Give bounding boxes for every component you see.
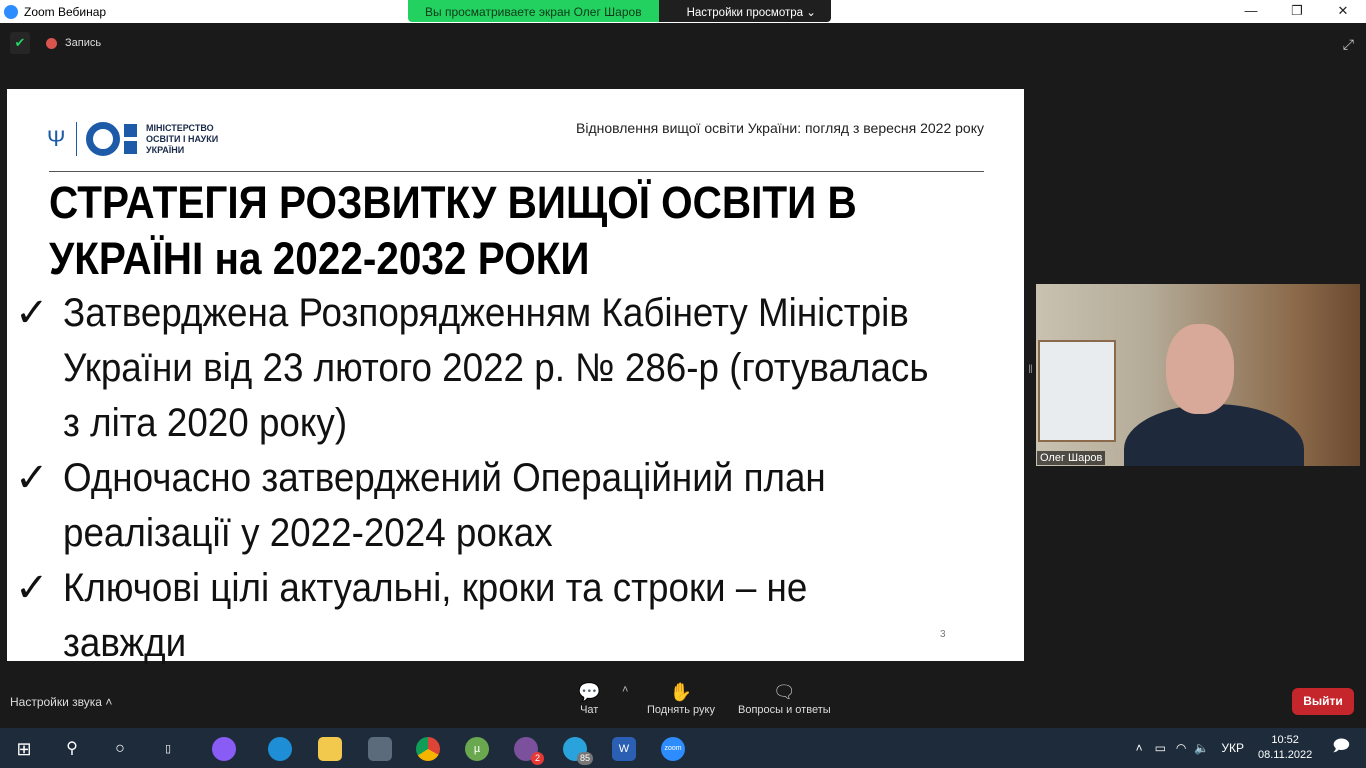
window-title: Zoom Вебинар	[24, 4, 107, 19]
zoom-app-icon	[4, 4, 18, 19]
bullet-item: ✓ Одночасно затверджений Операційний план…	[15, 451, 1015, 561]
fullscreen-icon[interactable]: ⤢	[1343, 36, 1354, 53]
chevron-up-icon: ˄	[105, 695, 113, 709]
checkmark-icon: ✓	[15, 456, 49, 500]
bullet-line: Затверджена Розпорядженням Кабінету Міні…	[63, 291, 909, 335]
qa-label: Вопросы и ответы	[738, 704, 831, 716]
zoom-taskbar-icon[interactable]: zoom	[661, 737, 685, 761]
alice-icon[interactable]	[212, 737, 236, 761]
participant-name: Олег Шаров	[1037, 451, 1106, 465]
language-indicator[interactable]: УКР	[1221, 741, 1244, 755]
battery-icon[interactable]: ▭	[1155, 741, 1166, 755]
screen-share-banner: Вы просматриваете экран Олег Шаров Настр…	[408, 0, 831, 22]
security-shield-icon[interactable]: ✔	[10, 32, 30, 54]
exit-button[interactable]: Выйти	[1292, 688, 1354, 715]
logo-line: МІНІСТЕРСТВО	[146, 122, 214, 133]
slide-header: Відновлення вищої освіти України: погляд…	[576, 120, 984, 136]
shared-slide: Ψ МІНІСТЕРСТВО ОСВІТИ І НАУКИ УКРАЇНИ Відн…	[7, 89, 1024, 665]
chat-button[interactable]: 💬 Чат	[578, 682, 600, 716]
volume-icon[interactable]: 🔈	[1194, 741, 1209, 755]
bullet-line: з літа 2020 року)	[63, 401, 348, 445]
search-icon[interactable]: ⚲	[60, 737, 84, 761]
system-tray: ˄ ▭ ◠ 🔈 УКР 10:52 08.11.2022 🗩	[1136, 728, 1366, 768]
wall-map	[1038, 340, 1116, 442]
date: 08.11.2022	[1257, 749, 1313, 761]
qa-button[interactable]: 🗨 Вопросы и ответы	[738, 682, 831, 716]
viber-icon[interactable]: 2	[514, 737, 544, 765]
viewing-banner: Вы просматриваете экран Олег Шаров	[408, 0, 659, 22]
participant-video[interactable]: Олег Шаров	[1036, 284, 1360, 466]
wifi-icon[interactable]: ◠	[1176, 741, 1186, 755]
telegram-icon[interactable]: 85	[563, 737, 593, 765]
page-number: 3	[940, 629, 946, 640]
edge-icon[interactable]	[268, 737, 292, 761]
chat-options-chevron-icon[interactable]: ˄	[622, 684, 628, 696]
cortana-icon[interactable]: ○	[108, 737, 132, 761]
time: 10:52	[1271, 734, 1299, 746]
windows-start-icon[interactable]: ⊞	[12, 737, 36, 761]
ministry-logo: Ψ МІНІСТЕРСТВО ОСВІТИ І НАУКИ УКРАЇНИ	[47, 122, 218, 156]
view-settings-button[interactable]: Настройки просмотра ⌄	[658, 0, 831, 22]
close-button[interactable]: ✕	[1320, 0, 1366, 22]
record-label: Запись	[65, 37, 102, 49]
word-icon[interactable]: W	[612, 737, 636, 761]
audio-settings-button[interactable]: Настройки звука ˄	[10, 695, 112, 709]
telegram-badge: 85	[577, 752, 593, 765]
checkmark-icon: ✓	[15, 566, 49, 610]
zoom-label: zoom	[664, 745, 682, 752]
trident-icon: Ψ	[47, 126, 66, 151]
view-settings-label: Настройки просмотра	[686, 7, 804, 19]
audio-settings-label: Настройки звука	[10, 695, 102, 709]
raise-hand-button[interactable]: ✋ Поднять руку	[647, 682, 715, 716]
slide-title: СТРАТЕГІЯ РОЗВИТКУ ВИЩОЇ ОСВІТИ В УКРАЇНІ…	[49, 175, 877, 287]
participant-figure	[1124, 324, 1304, 466]
chat-label: Чат	[580, 704, 599, 716]
chevron-down-icon: ⌄	[806, 7, 816, 19]
maximize-button[interactable]: ❐	[1274, 0, 1320, 22]
chrome-icon[interactable]	[416, 737, 440, 761]
bullet-list: ✓ Затверджена Розпорядженням Кабінету Мін…	[15, 286, 1015, 671]
minimize-button[interactable]: —	[1228, 0, 1274, 22]
record-icon	[46, 37, 57, 49]
hand-icon: ✋	[669, 682, 693, 702]
calculator-icon[interactable]	[368, 737, 392, 761]
qa-icon: 🗨	[772, 682, 796, 702]
checkmark-icon: ✓	[15, 291, 49, 335]
bullet-line: Одночасно затверджений Операційний план	[63, 456, 826, 500]
clock[interactable]: 10:52 08.11.2022	[1258, 733, 1312, 763]
chat-icon: 💬	[578, 682, 601, 702]
split-drag-handle[interactable]: ‖	[1028, 362, 1033, 376]
task-view-icon[interactable]: ▯	[156, 737, 180, 761]
title-line: СТРАТЕГІЯ РОЗВИТКУ ВИЩОЇ ОСВІТИ В	[49, 177, 857, 228]
viber-badge: 2	[531, 752, 544, 765]
bullet-item: ✓ Ключові цілі актуальні, кроки та строки…	[15, 561, 1015, 671]
bullet-line: реалізації у 2022-2024 роках	[63, 511, 553, 555]
show-hidden-icons-icon[interactable]: ˄	[1136, 741, 1143, 755]
utorrent-icon[interactable]: µ	[465, 737, 489, 761]
bullet-item: ✓ Затверджена Розпорядженням Кабінету Мін…	[15, 286, 1015, 451]
bullet-line: України від 23 лютого 2022 р. № 286-р (г…	[63, 346, 929, 390]
bullet-line: Ключові цілі актуальні, кроки та строки …	[63, 566, 808, 665]
divider	[49, 171, 984, 172]
logo-line: УКРАЇНИ	[146, 144, 185, 155]
title-line: УКРАЇНІ на 2022-2032 РОКИ	[49, 233, 590, 284]
raise-hand-label: Поднять руку	[647, 704, 715, 716]
file-explorer-icon[interactable]	[318, 737, 342, 761]
logo-line: ОСВІТИ І НАУКИ	[146, 133, 219, 144]
notifications-icon[interactable]: 🗩	[1332, 735, 1350, 762]
